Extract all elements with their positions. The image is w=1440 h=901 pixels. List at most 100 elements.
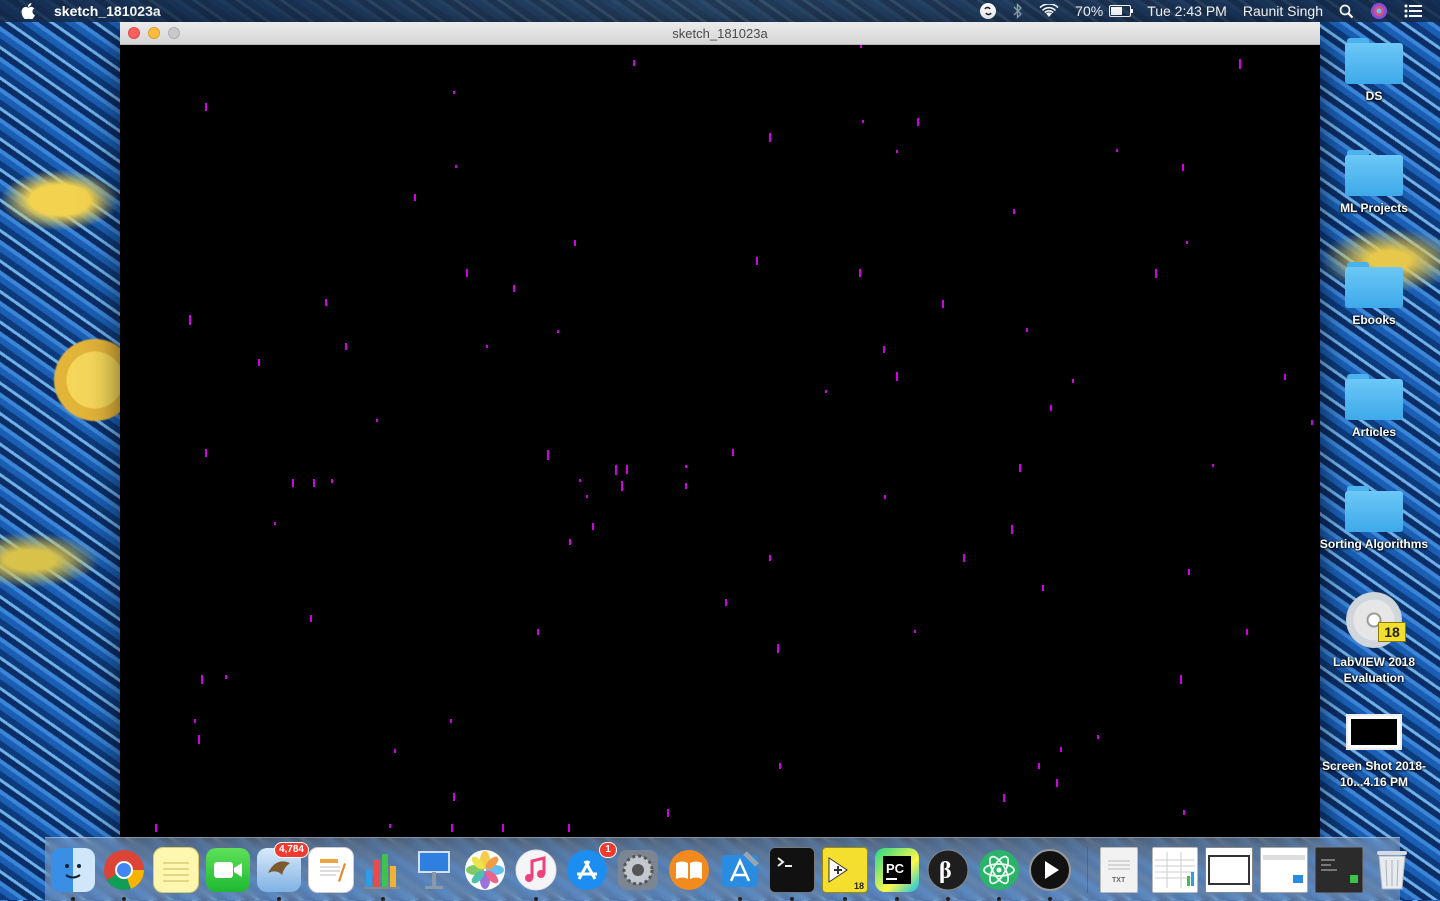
rain-drop: [325, 299, 327, 306]
rain-drop: [486, 345, 488, 348]
rain-drop: [331, 479, 333, 483]
folder-icon: [1345, 262, 1403, 308]
rain-drop: [547, 450, 549, 460]
rain-drop: [389, 824, 391, 828]
atom-icon[interactable]: [977, 848, 1021, 901]
window-titlebar[interactable]: sketch_181023a: [120, 22, 1320, 45]
desktop-screenshot-file[interactable]: Screen Shot 2018-10...4.16 PM: [1314, 714, 1434, 790]
desktop-item-label: Screen Shot 2018-10...4.16 PM: [1321, 759, 1427, 789]
battery-icon: [1109, 5, 1134, 17]
desktop-folder-ml-projects[interactable]: ML Projects: [1314, 150, 1434, 216]
desktop-disk-labview[interactable]: 18 LabVIEW 2018 Evaluation: [1314, 592, 1434, 686]
rain-drop: [914, 630, 916, 633]
desktop-item-label: LabVIEW 2018 Evaluation: [1332, 655, 1416, 685]
rain-drop: [394, 749, 396, 753]
rain-drop: [292, 479, 294, 487]
rain-drop: [513, 285, 515, 292]
rain-drop: [194, 719, 196, 723]
terminal-icon[interactable]: [769, 846, 815, 901]
system-preferences-icon[interactable]: [616, 848, 660, 892]
rain-drop: [310, 615, 312, 622]
txt-document-icon[interactable]: TXT: [1100, 846, 1138, 893]
rain-drop: [883, 346, 885, 353]
rain-drop: [1003, 794, 1005, 802]
rain-drop: [1013, 209, 1015, 214]
finder-icon[interactable]: [51, 847, 95, 901]
window-preview-icon[interactable]: [1205, 846, 1253, 893]
rain-drop: [1019, 464, 1021, 472]
photos-icon[interactable]: [463, 848, 507, 892]
mail-icon[interactable]: 4,784: [257, 841, 309, 901]
downloads-preview-icon[interactable]: [1260, 846, 1308, 893]
sync-icon[interactable]: [979, 2, 997, 20]
siri-icon[interactable]: [1370, 2, 1388, 20]
svg-text:β: β: [939, 858, 952, 884]
window-title: sketch_181023a: [672, 25, 768, 41]
rain-drop: [376, 419, 378, 422]
rain-drop: [896, 372, 898, 381]
rain-drop: [685, 483, 687, 489]
menu-bar: sketch_181023a 70% Tue 2:43 PM Raunit Si…: [0, 0, 1440, 22]
window-zoom-button[interactable]: [168, 27, 180, 39]
clock[interactable]: Tue 2:43 PM: [1147, 3, 1227, 19]
rain-drop: [1155, 269, 1157, 278]
battery-status[interactable]: 70%: [1075, 3, 1134, 19]
rain-drop: [1311, 420, 1313, 425]
quicktime-icon[interactable]: [1028, 848, 1072, 901]
rain-drop: [1056, 779, 1058, 787]
rain-drop: [633, 60, 635, 66]
desktop-folder-sorting-algorithms[interactable]: Sorting Algorithms: [1314, 486, 1434, 552]
svg-text:PC: PC: [886, 861, 905, 876]
trash-icon[interactable]: [1370, 848, 1414, 892]
rain-drop: [859, 269, 861, 277]
pycharm-icon[interactable]: PC: [875, 847, 919, 901]
spotlight-icon[interactable]: [1339, 4, 1354, 19]
rain-drop: [205, 103, 207, 111]
rain-drop: [942, 300, 944, 308]
app-store-icon[interactable]: 1: [565, 841, 617, 892]
rain-drop: [1180, 675, 1182, 684]
folder-icon: [1345, 38, 1403, 84]
chrome-icon[interactable]: [102, 848, 146, 901]
rain-drop: [225, 675, 227, 679]
window-close-button[interactable]: [128, 27, 140, 39]
rain-drop: [592, 523, 594, 530]
desktop-preview-icon[interactable]: [1315, 846, 1363, 893]
user-name[interactable]: Raunit Singh: [1243, 3, 1323, 19]
keynote-icon[interactable]: [412, 848, 456, 892]
sketch-canvas[interactable]: [120, 45, 1320, 838]
notification-center-icon[interactable]: [1404, 4, 1422, 18]
rain-drop: [777, 644, 779, 653]
processing-icon[interactable]: β: [926, 848, 970, 901]
screenshot-thumbnail-icon: [1346, 714, 1402, 750]
rain-drop: [414, 194, 416, 201]
xcode-icon[interactable]: [718, 848, 762, 901]
desktop-item-label: ML Projects: [1340, 201, 1408, 215]
active-app-name[interactable]: sketch_181023a: [54, 3, 161, 19]
spreadsheet-icon[interactable]: [1152, 846, 1198, 893]
bluetooth-icon[interactable]: [1013, 3, 1023, 19]
numbers-icon[interactable]: [361, 848, 405, 901]
app-store-updates-badge: 1: [599, 841, 617, 858]
window-minimize-button[interactable]: [148, 27, 160, 39]
rain-drop: [466, 269, 468, 277]
disk-image-icon: 18: [1346, 592, 1406, 648]
svg-text:TXT: TXT: [1112, 877, 1126, 884]
rain-drop: [274, 522, 276, 525]
desktop-folder-ds[interactable]: DS: [1314, 38, 1434, 104]
wifi-icon[interactable]: [1039, 4, 1059, 18]
apple-icon[interactable]: [20, 3, 36, 19]
rain-drop: [1212, 464, 1214, 467]
desktop-folder-articles[interactable]: Articles: [1314, 374, 1434, 440]
sketch-window: sketch_181023a: [120, 22, 1320, 838]
desktop-folder-ebooks[interactable]: Ebooks: [1314, 262, 1434, 328]
folder-icon: [1345, 374, 1403, 420]
pages-icon[interactable]: [308, 846, 354, 893]
notes-icon[interactable]: [153, 846, 199, 893]
rain-drop: [502, 824, 504, 832]
rain-drop: [896, 150, 898, 153]
labview-icon[interactable]: 18: [822, 846, 868, 901]
facetime-icon[interactable]: [206, 847, 250, 892]
itunes-icon[interactable]: [514, 848, 558, 901]
ibooks-icon[interactable]: [667, 848, 711, 892]
